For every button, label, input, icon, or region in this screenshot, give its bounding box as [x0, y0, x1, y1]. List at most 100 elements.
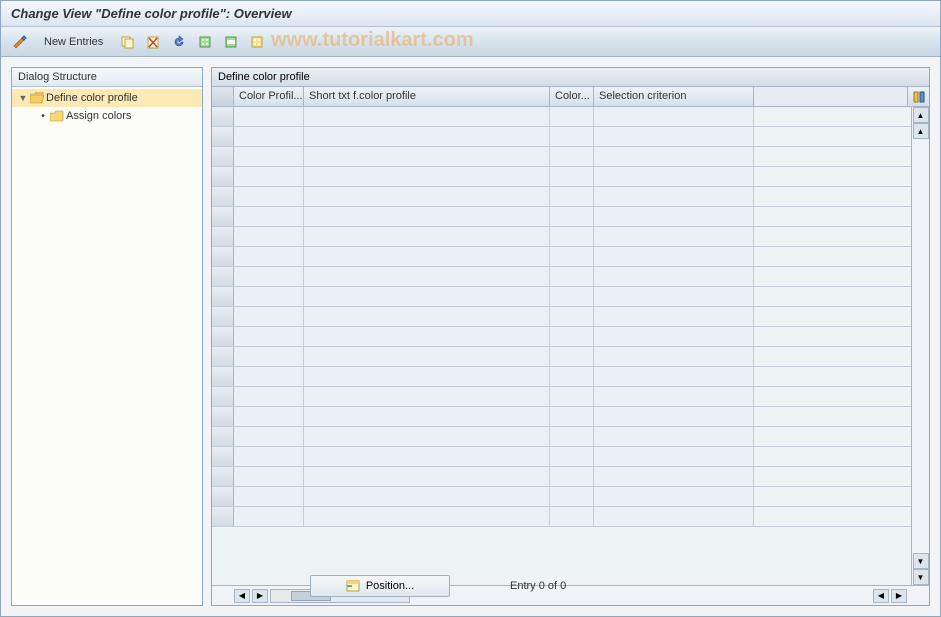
cell[interactable]: [234, 267, 304, 286]
cell[interactable]: [304, 467, 550, 486]
cell[interactable]: [594, 307, 754, 326]
scroll-up-icon[interactable]: ▲: [913, 107, 929, 123]
cell[interactable]: [550, 107, 594, 126]
cell[interactable]: [234, 187, 304, 206]
cell[interactable]: [550, 207, 594, 226]
cell[interactable]: [594, 187, 754, 206]
cell[interactable]: [234, 487, 304, 506]
row-selector[interactable]: [212, 487, 234, 506]
row-selector[interactable]: [212, 427, 234, 446]
cell[interactable]: [594, 207, 754, 226]
tree-item-define-color-profile[interactable]: ▼ Define color profile: [12, 89, 202, 107]
table-row[interactable]: [212, 207, 929, 227]
table-row[interactable]: [212, 347, 929, 367]
toggle-display-change-icon[interactable]: [9, 31, 31, 53]
cell[interactable]: [234, 287, 304, 306]
cell[interactable]: [234, 107, 304, 126]
row-selector[interactable]: [212, 467, 234, 486]
table-row[interactable]: [212, 107, 929, 127]
cell[interactable]: [234, 447, 304, 466]
cell[interactable]: [594, 227, 754, 246]
cell[interactable]: [594, 367, 754, 386]
cell[interactable]: [550, 447, 594, 466]
cell[interactable]: [594, 107, 754, 126]
row-selector[interactable]: [212, 167, 234, 186]
select-all-icon[interactable]: [194, 31, 216, 53]
vertical-scrollbar[interactable]: ▲ ▲ ▼ ▼: [911, 107, 929, 585]
column-selection-criterion[interactable]: Selection criterion: [594, 87, 754, 106]
row-selector[interactable]: [212, 347, 234, 366]
cell[interactable]: [234, 207, 304, 226]
column-short-text[interactable]: Short txt f.color profile: [304, 87, 550, 106]
cell[interactable]: [594, 247, 754, 266]
tree-item-assign-colors[interactable]: • Assign colors: [12, 107, 202, 125]
table-row[interactable]: [212, 267, 929, 287]
cell[interactable]: [550, 127, 594, 146]
row-selector[interactable]: [212, 227, 234, 246]
cell[interactable]: [550, 327, 594, 346]
cell[interactable]: [304, 407, 550, 426]
cell[interactable]: [594, 427, 754, 446]
new-entries-button[interactable]: New Entries: [35, 32, 112, 52]
row-selector[interactable]: [212, 367, 234, 386]
cell[interactable]: [594, 387, 754, 406]
select-block-icon[interactable]: [220, 31, 242, 53]
cell[interactable]: [304, 487, 550, 506]
cell[interactable]: [234, 467, 304, 486]
cell[interactable]: [304, 267, 550, 286]
cell[interactable]: [550, 267, 594, 286]
cell[interactable]: [550, 367, 594, 386]
column-color-profile[interactable]: Color Profil...: [234, 87, 304, 106]
cell[interactable]: [594, 147, 754, 166]
cell[interactable]: [304, 307, 550, 326]
cell[interactable]: [304, 227, 550, 246]
cell[interactable]: [594, 407, 754, 426]
scroll-down-icon[interactable]: ▼: [913, 553, 929, 569]
cell[interactable]: [550, 247, 594, 266]
column-color[interactable]: Color...: [550, 87, 594, 106]
cell[interactable]: [234, 387, 304, 406]
cell[interactable]: [550, 507, 594, 526]
cell[interactable]: [550, 427, 594, 446]
row-selector[interactable]: [212, 147, 234, 166]
cell[interactable]: [304, 287, 550, 306]
configure-columns-icon[interactable]: [907, 87, 929, 106]
tree-collapse-icon[interactable]: ▼: [18, 93, 28, 103]
row-selector[interactable]: [212, 407, 234, 426]
cell[interactable]: [550, 407, 594, 426]
position-button[interactable]: Position...: [310, 575, 450, 597]
cell[interactable]: [304, 427, 550, 446]
cell[interactable]: [234, 507, 304, 526]
row-selector[interactable]: [212, 247, 234, 266]
cell[interactable]: [304, 507, 550, 526]
row-selector[interactable]: [212, 107, 234, 126]
table-row[interactable]: [212, 247, 929, 267]
cell[interactable]: [550, 347, 594, 366]
table-row[interactable]: [212, 147, 929, 167]
cell[interactable]: [234, 427, 304, 446]
cell[interactable]: [594, 447, 754, 466]
table-row[interactable]: [212, 507, 929, 527]
cell[interactable]: [594, 287, 754, 306]
table-row[interactable]: [212, 487, 929, 507]
cell[interactable]: [550, 187, 594, 206]
table-row[interactable]: [212, 327, 929, 347]
row-selector[interactable]: [212, 207, 234, 226]
row-selector[interactable]: [212, 447, 234, 466]
cell[interactable]: [234, 227, 304, 246]
cell[interactable]: [594, 327, 754, 346]
cell[interactable]: [550, 307, 594, 326]
cell[interactable]: [234, 167, 304, 186]
cell[interactable]: [550, 167, 594, 186]
cell[interactable]: [234, 127, 304, 146]
cell[interactable]: [594, 467, 754, 486]
cell[interactable]: [304, 147, 550, 166]
cell[interactable]: [304, 167, 550, 186]
table-row[interactable]: [212, 367, 929, 387]
cell[interactable]: [234, 347, 304, 366]
cell[interactable]: [594, 167, 754, 186]
cell[interactable]: [550, 227, 594, 246]
cell[interactable]: [304, 247, 550, 266]
cell[interactable]: [304, 107, 550, 126]
table-row[interactable]: [212, 227, 929, 247]
